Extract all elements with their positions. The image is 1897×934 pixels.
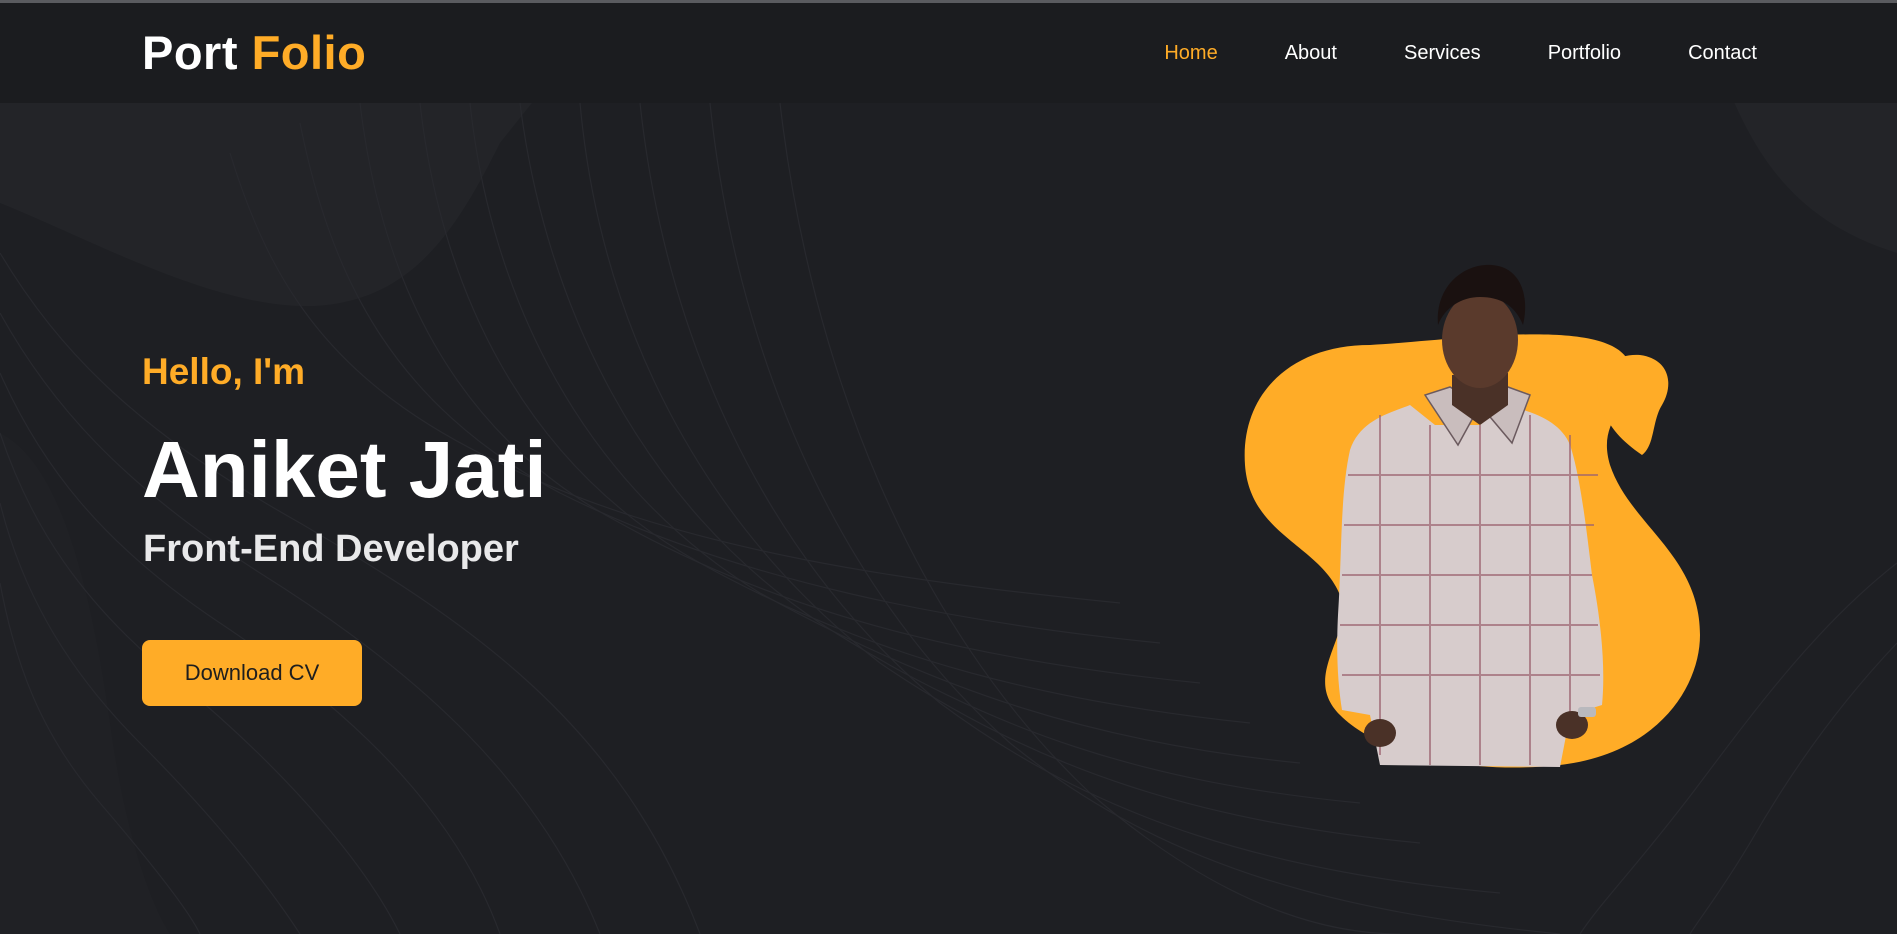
logo-text-primary: Port <box>142 26 238 79</box>
nav-link-home[interactable]: Home <box>1164 41 1217 65</box>
hero-intro: Hello, I'm Aniket Jati Front-End Develop… <box>142 350 547 706</box>
hero-portrait <box>1244 264 1700 768</box>
site-header: Port Folio Home About Services Portfolio… <box>0 3 1897 103</box>
download-cv-button[interactable]: Download CV <box>142 640 362 706</box>
logo-text-accent: Folio <box>251 26 367 79</box>
nav-link-about[interactable]: About <box>1285 41 1337 65</box>
nav-link-contact[interactable]: Contact <box>1688 41 1757 65</box>
nav-link-portfolio[interactable]: Portfolio <box>1548 41 1621 65</box>
hero-greeting: Hello, I'm <box>142 351 305 392</box>
portrait-shirt <box>1337 405 1604 767</box>
portrait-blob-drop <box>1597 354 1669 455</box>
nav-link-services[interactable]: Services <box>1404 41 1481 65</box>
site-logo[interactable]: Port Folio <box>142 25 366 80</box>
hero-role: Front-End Developer <box>143 528 519 570</box>
portrait-watch <box>1578 707 1596 717</box>
portrait-hand-left <box>1364 719 1396 747</box>
main-nav: Home About Services Portfolio Contact <box>1164 3 1757 103</box>
hero-name: Aniket Jati <box>142 425 547 514</box>
portrait-face <box>1442 292 1518 388</box>
